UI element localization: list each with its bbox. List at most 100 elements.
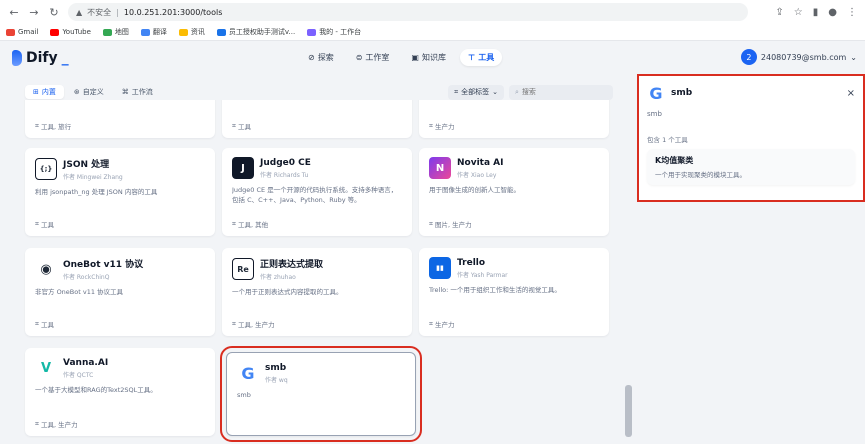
card-tags: ⌗ 图片, 生产力 [429,219,472,230]
bookmark-news[interactable]: 资讯 [178,27,205,37]
card-title: Judge0 CE [260,157,311,168]
card-title: 正则表达式提取 [260,260,324,270]
card-author: 作者 QCTC [63,371,94,379]
card-tags: ⌗ 工具, 生产力 [35,419,78,430]
bookmark-translate[interactable]: 翻译 [140,27,167,37]
tool-card[interactable]: ⌗ 生产力 [419,100,609,138]
tag-icon: ⌗ [232,219,236,228]
profile-icon[interactable]: ● [828,7,837,18]
card-author: 作者 RockChinQ [63,274,110,281]
filter-bar: ⊞ 内置 ⊛ 自定义 ⌘ 工作流 ⌗ 全部标签 ⌄ ⌕ [25,84,613,100]
nav-studio[interactable]: ⊜ 工作室 [348,49,398,66]
bookmark-gmail[interactable]: Gmail [6,28,38,36]
tool-card-smb[interactable]: G smb 作者 wq smb [220,346,422,442]
tag-icon: ⌗ [35,419,39,428]
tool-item-kmeans[interactable]: K均值聚类 一个用于实现聚类的模块工具。 [647,149,855,185]
card-author: 作者 Richards Tu [260,171,309,179]
card-tags: ⌗ 工具, 其他 [232,219,269,230]
user-email: 24080739@smb.com [760,52,847,62]
card-author: 作者 Mingwei Zhang [63,174,123,181]
book-icon: ▣ [411,53,419,62]
chevron-down-icon: ⌄ [850,52,857,62]
tool-card-vanna[interactable]: V Vanna.AI 作者 QCTC 一个基于大模型和RAG的Text2SQL工具… [25,348,215,436]
card-title: Novita AI [457,157,504,168]
card-description: 非官方 OneBot v11 协议工具 [35,288,124,296]
tab-custom[interactable]: ⊛ 自定义 [66,85,112,99]
gmail-icon [6,28,15,36]
app-header: Dify _ ⊘ 探索 ⊜ 工作室 ▣ 知识库 ⊤ 工具 2 24080739@smb.c… [0,41,865,75]
dify-logo-icon [12,50,22,66]
tool-card-judge0[interactable]: J Judge0 CE 作者 Richards Tu Judge0 CE 是一个开… [222,148,412,236]
card-description: smb [237,391,251,399]
tool-card-regex[interactable]: Re 正则表达式提取 作者 zhuhao 一个用于正则表达式内容提取的工具。 ⌗ 工… [222,248,412,336]
tool-icon: ⊤ [467,53,476,62]
tool-card-trello[interactable]: ▮▮ Trello 作者 Yash Parmar Trello: 一个用于组织工作… [419,248,609,336]
star-icon[interactable]: ☆ [794,7,803,18]
tool-card[interactable]: ⌗ 工具, 旅行 [25,100,215,138]
card-tags: ⌗ 生产力 [429,121,455,132]
tag-icon: ⌗ [429,219,433,228]
vanna-icon: V [40,360,52,376]
tag-filter-select[interactable]: ⌗ 全部标签 ⌄ [448,84,504,100]
tool-card[interactable]: ⌗ 工具 [222,100,412,138]
tab-workflow[interactable]: ⌘ 工作流 [114,85,161,99]
json-icon: {;} [35,158,57,180]
main-nav: ⊘ 探索 ⊜ 工作室 ▣ 知识库 ⊤ 工具 [300,49,503,66]
share-icon[interactable]: ⇪ [775,7,783,18]
card-description: 一个基于大模型和RAG的Text2SQL工具。 [35,386,157,394]
sidebar-icon[interactable]: ▮ [813,7,819,18]
page-icon [216,28,226,36]
tool-card-novita[interactable]: N Novita AI 作者 Xiao Ley 用于图像生成的创新人工智能。 ⌗ 图… [419,148,609,236]
youtube-icon [50,28,60,36]
tool-grid: ⌗ 工具, 旅行 ⌗ 工具 ⌗ 生产力 {;} JSON 处理 作者 Mingwei Z… [0,100,625,444]
nav-explore[interactable]: ⊘ 探索 [300,49,342,66]
card-tags: ⌗ 工具, 旅行 [35,121,72,132]
tool-detail-panel: G smb × smb 包含 1 个工具 K均值聚类 一个用于实现聚类的模块工具… [637,74,865,202]
reload-icon[interactable]: ↻ [48,6,60,19]
back-icon[interactable]: ← [8,6,20,19]
collection-tabs: ⊞ 内置 ⊛ 自定义 ⌘ 工作流 [25,85,161,99]
tab-builtin[interactable]: ⊞ 内置 [25,85,64,99]
menu-icon[interactable]: ⋮ [847,7,857,18]
chevron-down-icon: ⌄ [492,88,498,96]
scroll-thumb[interactable] [625,385,632,437]
tag-icon: ⌗ [35,319,39,328]
search-box: ⌕ [509,84,613,100]
card-author: 作者 wq [265,376,288,384]
bookmark-maps[interactable]: 地图 [102,27,129,37]
judge0-icon: J [232,157,254,179]
search-icon: ⌕ [515,87,519,96]
user-menu[interactable]: 2 24080739@smb.com ⌄ [740,49,857,65]
tag-icon: ⌗ [232,319,236,328]
warning-icon: ▲ [76,7,83,17]
url-text: 10.0.251.201:3000/tools [123,7,223,17]
custom-icon: ⊛ [73,88,80,96]
tool-item-name: K均值聚类 [655,156,694,165]
panel-description: smb [647,110,662,118]
tool-card-onebot[interactable]: ◉ OneBot v11 协议 作者 RockChinQ 非官方 OneBot v… [25,248,215,336]
close-icon[interactable]: × [847,88,855,99]
dify-logo[interactable]: Dify _ [12,50,69,66]
tool-item-description: 一个用于实现聚类的模块工具。 [655,171,746,179]
google-icon: G [649,83,663,103]
card-title: OneBot v11 协议 [63,260,144,270]
studio-icon: ⊜ [355,53,363,62]
bookmark-youtube[interactable]: YouTube [50,28,91,36]
compass-icon: ⊘ [308,53,315,62]
tool-card-json[interactable]: {;} JSON 处理 作者 Mingwei Zhang 利用 jsonpath_… [25,148,215,236]
panel-title: smb [671,88,693,98]
address-bar[interactable]: ▲ 不安全 | 10.0.251.201:3000/tools [68,3,748,21]
forward-icon[interactable]: → [28,6,40,19]
card-description: Trello: 一个用于组织工作和生活的视觉工具。 [429,286,561,294]
card-author: 作者 Xiao Ley [457,171,497,179]
card-description: 用于图像生成的创新人工智能。 [429,186,520,194]
grid-scrollbar[interactable] [625,100,632,444]
tag-icon: ⌗ [429,319,433,328]
bookmarks-bar: Gmail YouTube 地图 翻译 资讯 员工授权助手测试v... 我的 -… [0,24,865,41]
nav-tools[interactable]: ⊤ 工具 [459,49,503,66]
card-title: smb [265,362,287,373]
bookmark-workbench[interactable]: 我的 - 工作台 [307,27,361,37]
nav-knowledge[interactable]: ▣ 知识库 [403,49,454,66]
bookmark-auth-helper[interactable]: 员工授权助手测试v... [216,27,295,37]
search-input[interactable] [521,88,602,96]
